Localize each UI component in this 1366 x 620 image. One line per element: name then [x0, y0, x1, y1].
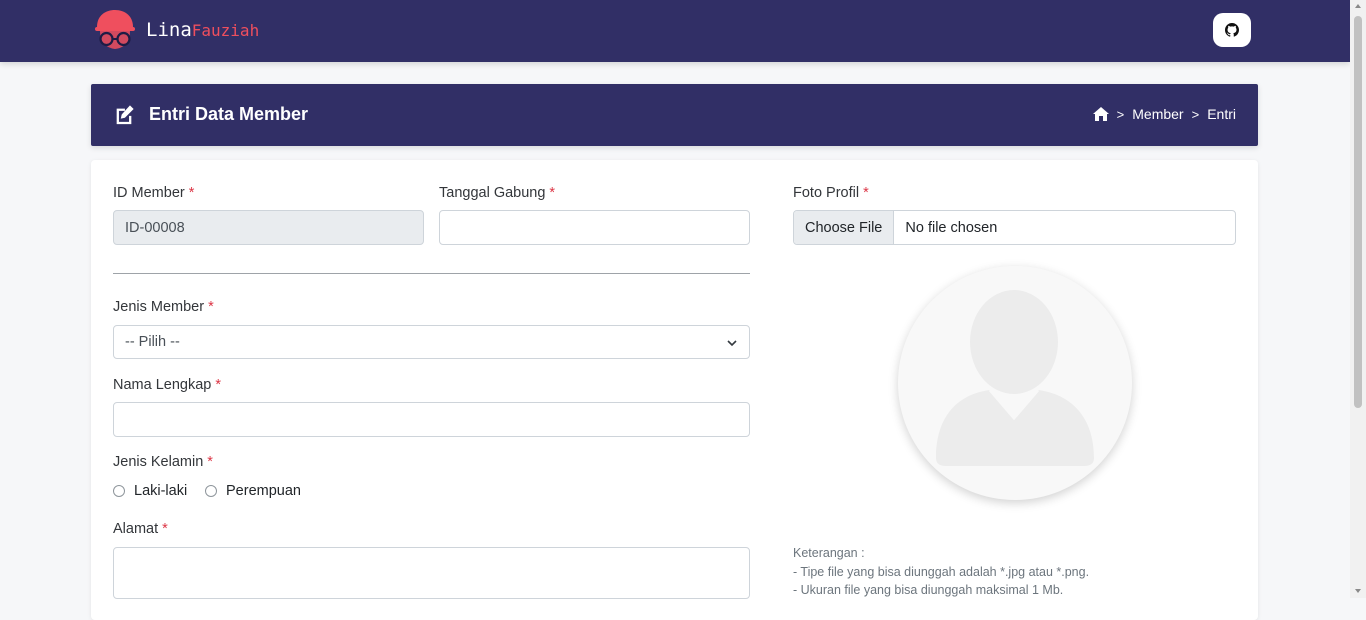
brand-name: LinaFauziah — [146, 19, 259, 41]
foto-profil-file-input[interactable]: Choose File No file chosen — [793, 210, 1236, 245]
brand-logo-link[interactable]: LinaFauziah — [94, 9, 259, 51]
alamat-textarea[interactable] — [113, 547, 750, 599]
radio-laki-laki[interactable]: Laki-laki — [113, 483, 187, 499]
form-card: ID Member * ID-00008 Tanggal Gabung * Jeni… — [91, 160, 1258, 620]
required-mark: * — [162, 521, 168, 537]
foto-profil-label: Foto Profil * — [793, 185, 869, 201]
radio-laki-laki-label: Laki-laki — [134, 483, 188, 499]
page-header: Entri Data Member > Member > Entri — [91, 84, 1258, 146]
breadcrumb-member[interactable]: Member — [1132, 106, 1183, 122]
scroll-down-arrow-icon[interactable] — [1355, 589, 1361, 593]
id-member-label: ID Member * — [113, 185, 194, 201]
notes: Keterangan : - Tipe file yang bisa diung… — [793, 544, 1089, 600]
nama-lengkap-input[interactable] — [113, 402, 750, 437]
page-title: Entri Data Member — [149, 104, 309, 124]
edit-icon — [116, 105, 134, 125]
id-member-label-text: ID Member — [113, 185, 185, 201]
breadcrumb-entri: Entri — [1207, 106, 1236, 122]
scroll-up-arrow-icon[interactable] — [1355, 4, 1361, 8]
top-navbar: LinaFauziah — [0, 0, 1350, 62]
choose-file-button[interactable]: Choose File — [794, 211, 895, 244]
file-status: No file chosen — [905, 219, 998, 236]
jenis-member-label-text: Jenis Member — [113, 299, 205, 315]
breadcrumb-separator: > — [1116, 106, 1125, 122]
nama-lengkap-label: Nama Lengkap * — [113, 377, 221, 393]
logo-icon — [95, 10, 135, 49]
breadcrumb-separator: > — [1191, 106, 1200, 122]
avatar-placeholder-icon — [936, 290, 1094, 466]
brand-first-name: Lina — [146, 19, 192, 41]
breadcrumb: > Member > Entri — [1092, 106, 1236, 122]
github-icon — [1225, 23, 1239, 37]
required-mark: * — [215, 377, 221, 393]
radio-perempuan-label: Perempuan — [226, 483, 301, 499]
radio-circle[interactable] — [205, 485, 217, 497]
jenis-kelamin-label: Jenis Kelamin * — [113, 454, 213, 470]
radio-perempuan[interactable]: Perempuan — [205, 483, 301, 499]
chevron-down-icon — [727, 340, 737, 347]
tanggal-gabung-label-text: Tanggal Gabung — [439, 185, 546, 201]
radio-circle[interactable] — [113, 485, 125, 497]
github-button[interactable] — [1213, 13, 1251, 47]
required-mark: * — [863, 185, 869, 201]
tanggal-gabung-input[interactable] — [439, 210, 750, 245]
notes-line: - Tipe file yang bisa diunggah adalah *.… — [793, 564, 1090, 579]
vertical-scrollbar[interactable] — [1350, 0, 1366, 598]
jenis-kelamin-label-text: Jenis Kelamin — [113, 454, 204, 470]
alamat-label: Alamat * — [113, 521, 168, 537]
required-mark: * — [208, 299, 214, 315]
id-member-input[interactable]: ID-00008 — [113, 210, 424, 245]
alamat-label-text: Alamat — [113, 521, 159, 537]
jenis-member-selected: -- Pilih -- — [125, 334, 180, 350]
notes-line: - Ukuran file yang bisa diunggah maksima… — [793, 583, 1064, 597]
home-icon[interactable] — [1092, 107, 1109, 121]
profile-photo-preview — [898, 266, 1132, 500]
foto-profil-label-text: Foto Profil — [793, 185, 860, 201]
required-mark: * — [188, 185, 195, 201]
jenis-member-select[interactable]: -- Pilih -- — [113, 325, 750, 359]
scrollbar-thumb[interactable] — [1354, 16, 1362, 408]
jenis-member-label: Jenis Member * — [113, 299, 214, 315]
nama-lengkap-label-text: Nama Lengkap — [113, 377, 212, 393]
brand-last-name: Fauziah — [191, 21, 260, 40]
notes-title: Keterangan : — [793, 546, 865, 560]
tanggal-gabung-label: Tanggal Gabung * — [439, 185, 555, 201]
required-mark: * — [549, 185, 556, 201]
divider — [113, 273, 750, 274]
required-mark: * — [207, 454, 213, 470]
